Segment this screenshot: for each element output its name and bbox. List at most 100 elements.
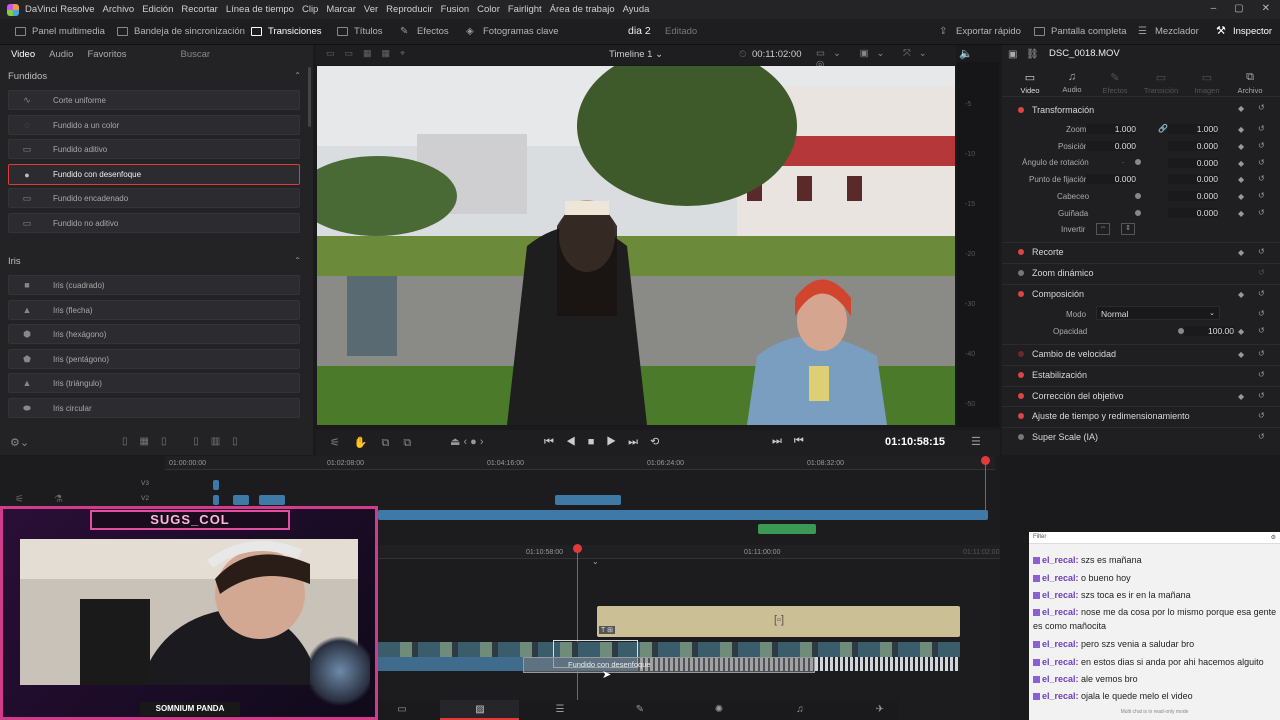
tab-audio[interactable]: Audio [49, 49, 73, 60]
effect-fundido-color[interactable]: ◌ Fundido a un color [8, 115, 300, 135]
keyframe-icon[interactable]: ◆ [1238, 142, 1244, 151]
chat-filter-bar[interactable]: Filter ⚙ [1029, 532, 1280, 544]
enable-dot[interactable] [1018, 351, 1024, 357]
reset-icon[interactable]: ↺ [1258, 247, 1265, 256]
keyframe-icon[interactable]: ◆ [1238, 159, 1244, 168]
menu-edicion[interactable]: Edición [142, 4, 173, 15]
inspector-layout-icon[interactable]: ▣ [1008, 49, 1017, 60]
tab-video[interactable]: Video [11, 49, 35, 60]
overview-playhead-handle[interactable] [981, 456, 990, 465]
clip-v2[interactable] [213, 495, 219, 505]
effect-iris-hexagono[interactable]: ⬢ Iris (hexágono) [8, 324, 300, 344]
unlink-icon[interactable]: ⛓ [1026, 49, 1039, 60]
reset-icon[interactable]: ↺ [1258, 124, 1265, 133]
flip-horizontal-icon[interactable]: ⇔ [1096, 223, 1110, 235]
pitch-field[interactable]: 0.000 [1168, 191, 1218, 201]
effect-iris-cuadrado[interactable]: ■ Iris (cuadrado) [8, 275, 300, 295]
reset-icon[interactable]: ↺ [1258, 191, 1265, 200]
keyframe-icon[interactable]: ◆ [1238, 104, 1244, 113]
keyframe-icon[interactable]: ◆ [1238, 248, 1244, 257]
fullscreen-button[interactable]: Pantalla completa [1034, 26, 1127, 37]
effect-fundido-desenfoque[interactable]: ● Fundido con desenfoque [8, 164, 300, 185]
menu-marcar[interactable]: Marcar [326, 4, 356, 15]
sync-bin-button[interactable]: Bandeja de sincronización [117, 26, 245, 37]
menu-fusion[interactable]: Fusion [441, 4, 470, 15]
playhead-handle[interactable] [573, 544, 582, 553]
marker-chevron-icon[interactable]: ⌄ [592, 557, 599, 566]
menu-clip[interactable]: Clip [302, 4, 318, 15]
keyframe-icon[interactable]: ◆ [1238, 209, 1244, 218]
keyframe-icon[interactable]: ◆ [1238, 392, 1244, 401]
match-frame-icon[interactable]: ⏏ ‹ ● › [450, 435, 484, 448]
yaw-field[interactable]: 0.000 [1168, 208, 1218, 218]
tab-archivo[interactable]: ⧉ Archivo [1230, 71, 1270, 95]
color-page-icon[interactable]: ✺ [711, 704, 727, 716]
fusion-page-icon[interactable]: ✎ [632, 704, 648, 716]
playhead[interactable] [577, 545, 578, 720]
media-page-icon[interactable]: ▭ [394, 704, 410, 716]
overview-playhead[interactable] [985, 456, 986, 516]
keyframe-icon[interactable]: ◆ [1238, 175, 1244, 184]
section-iris[interactable]: Iris [8, 256, 21, 267]
effect-fundido-aditivo[interactable]: ▭ Fundido aditivo [8, 139, 300, 159]
opacity-field[interactable]: 100.00 [1184, 326, 1234, 336]
deliver-page-icon[interactable]: ✈ [872, 704, 888, 716]
enable-dot[interactable] [1018, 372, 1024, 378]
viewer-layout-icons[interactable]: ▭▭▦▦⌖ [326, 48, 415, 59]
section-fundidos[interactable]: Fundidos [8, 71, 47, 82]
reset-icon[interactable]: ↺ [1258, 309, 1265, 318]
search-input[interactable]: Buscar [181, 49, 211, 60]
effect-iris-flecha[interactable]: ▲ Iris (flecha) [8, 300, 300, 320]
media-pool-button[interactable]: Panel multimedia [15, 26, 105, 37]
enable-dot[interactable] [1018, 106, 1024, 113]
blend-mode-select[interactable]: Normal ⌄ [1096, 306, 1220, 320]
titles-button[interactable]: Títulos [337, 26, 383, 37]
title-clip[interactable]: [▫] T ⊞ [597, 606, 960, 637]
rotation-slider-knob[interactable] [1135, 159, 1141, 165]
section-estabilizacion[interactable]: Estabilización [1002, 365, 1280, 384]
section-zoom-dinamico[interactable]: Zoom dinámico [1002, 263, 1280, 282]
in-out-controls[interactable]: ⏭⏮ [772, 435, 816, 448]
yaw-slider-knob[interactable] [1135, 210, 1141, 216]
tab-favoritos[interactable]: Favoritos [87, 49, 126, 60]
overview-ruler[interactable]: 01:00:00:00 01:02:08:00 01:04:16:00 01:0… [165, 456, 995, 470]
clip-v2[interactable] [555, 495, 621, 505]
menu-color[interactable]: Color [477, 4, 500, 15]
position-y-field[interactable]: 0.000 [1168, 141, 1218, 151]
fairlight-page-icon[interactable]: ♫ [792, 704, 808, 716]
menu-archivo[interactable]: Archivo [103, 4, 135, 15]
menu-app[interactable]: DaVinci Resolve [25, 4, 95, 15]
reset-icon[interactable]: ↺ [1258, 326, 1265, 335]
timeline-tools-icon[interactable]: ⚙⌄ [10, 436, 29, 449]
cut-page-tab[interactable]: ▨ [440, 700, 519, 720]
keyframe-icon[interactable]: ◆ [1238, 350, 1244, 359]
enable-dot[interactable] [1018, 413, 1024, 419]
tab-transicion[interactable]: ▭ Transición [1141, 71, 1181, 95]
keyframe-icon[interactable]: ◆ [1238, 125, 1244, 134]
link-icon[interactable]: 🔗 [1158, 124, 1168, 133]
playback-controls[interactable]: ⏮◀■▶⏭⟲ [544, 435, 671, 449]
effect-iris-circular[interactable]: ⬬ Iris circular [8, 398, 300, 418]
options-menu-icon[interactable]: ☰ [971, 435, 981, 448]
close-icon[interactable]: ✕ [1262, 3, 1270, 14]
reset-icon[interactable]: ↺ [1258, 370, 1265, 379]
transition-drag-ghost[interactable]: Fundido con desenfoque [523, 657, 815, 673]
menu-ayuda[interactable]: Ayuda [623, 4, 650, 15]
anchor-x-field[interactable]: 0.000 [1086, 174, 1136, 184]
quick-export-button[interactable]: ⇪ Exportar rápido [939, 26, 1021, 37]
zoom-y-field[interactable]: 1.000 [1168, 124, 1218, 134]
clip-v2[interactable] [259, 495, 285, 505]
video-preview[interactable] [317, 66, 955, 425]
rotation-slider-track[interactable] [1122, 162, 1124, 163]
enable-dot[interactable] [1018, 291, 1024, 297]
reset-icon[interactable]: ↺ [1258, 432, 1265, 441]
section-ajuste-tiempo[interactable]: Ajuste de tiempo y redimensionamiento [1002, 406, 1280, 425]
chevron-up-icon[interactable]: ⌃ [294, 256, 301, 265]
reset-icon[interactable]: ↺ [1258, 158, 1265, 167]
effect-fundido-encadenado[interactable]: ▭ Fundido encadenado [8, 188, 300, 208]
clip-v3[interactable] [213, 480, 219, 490]
video-clip-strip[interactable] [378, 642, 960, 657]
edit-tools-icons[interactable]: ▯▦▯ ▯▥▯ [122, 436, 250, 447]
menu-fairlight[interactable]: Fairlight [508, 4, 542, 15]
menu-ver[interactable]: Ver [364, 4, 378, 15]
